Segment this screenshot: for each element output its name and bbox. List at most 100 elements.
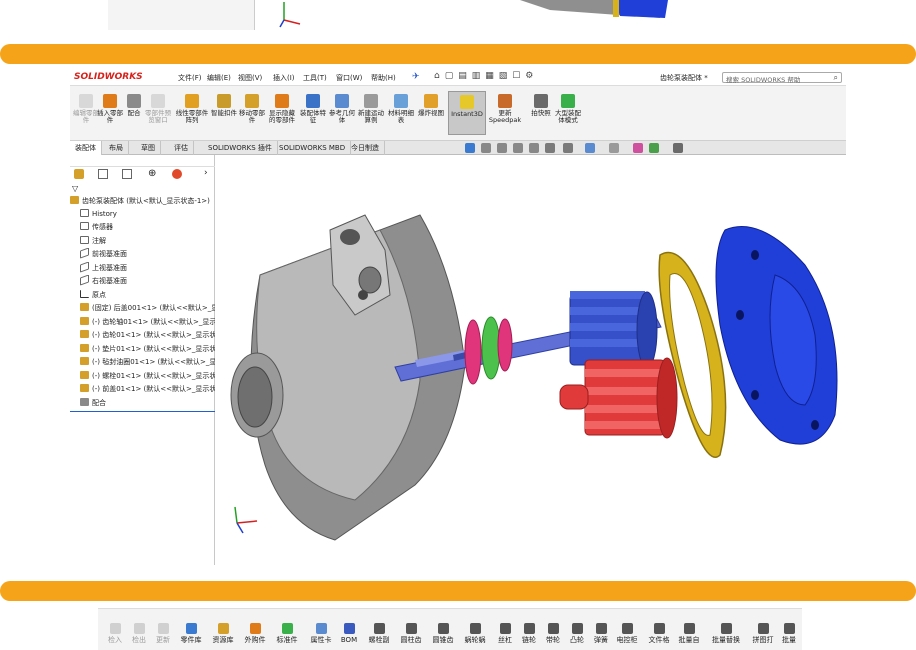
filter-icon[interactable]: ▽	[72, 184, 78, 193]
menu-insert[interactable]: 插入(I)	[273, 73, 295, 83]
tree-item-component[interactable]: (-) 齿轮轴01<1> (默认<<默认>_显示	[80, 316, 220, 328]
tree-item-component[interactable]: (-) 垫片01<1> (默认<<默认>_显示状	[80, 343, 220, 355]
linear-pattern-icon	[185, 94, 199, 108]
menu-view[interactable]: 视图(V)	[238, 73, 262, 83]
display-manager-tab-icon[interactable]	[172, 169, 182, 179]
tab-mbd[interactable]: SOLIDWORKS MBD	[274, 141, 352, 155]
tree-item-component[interactable]: (-) 毡封油圈01<1> (默认<<默认>_显	[80, 356, 220, 368]
zoom-fit-icon[interactable]	[481, 143, 491, 153]
spur-gear-button[interactable]: 圆柱齿	[396, 623, 426, 644]
tree-item-component[interactable]: (-) 齿轮01<1> (默认<<默认>_显示状	[80, 329, 220, 341]
new-motion-study-button[interactable]: 新建运动算例	[355, 94, 387, 124]
bevel-gear-button[interactable]: 圆锥齿	[428, 623, 458, 644]
large-assembly-mode-button[interactable]: 大型装配体模式	[552, 94, 584, 124]
menu-window[interactable]: 窗口(W)	[336, 73, 362, 83]
display-style-icon[interactable]	[585, 143, 595, 153]
rollback-bar[interactable]	[70, 411, 215, 412]
help-search-box[interactable]: 搜索 SOLIDWORKS 帮助 ⌕	[722, 72, 842, 84]
standard-parts-button[interactable]: 标准件	[272, 623, 302, 644]
seal-ring-part[interactable]	[497, 318, 513, 372]
move-component-button[interactable]: 移动零部件	[236, 94, 268, 124]
tab-addins[interactable]: SOLIDWORKS 插件	[203, 141, 278, 155]
quick-access-icons[interactable]: ⌂▢▤▥▦▧☐⚙	[434, 71, 538, 81]
component-preview-button[interactable]: 零部件预览窗口	[142, 94, 174, 124]
tree-item-front-plane[interactable]: 前视基准面	[80, 248, 220, 260]
bom-table-icon	[394, 94, 408, 108]
menu-edit[interactable]: 编辑(E)	[207, 73, 231, 83]
part-icon	[80, 344, 89, 352]
menu-file[interactable]: 文件(F)	[178, 73, 202, 83]
bolt-pair-button[interactable]: 螺栓副	[364, 623, 394, 644]
housing-part[interactable]	[230, 214, 466, 541]
dimxpert-tab-icon[interactable]: ⊕	[148, 168, 156, 179]
feature-manager-tab-icon[interactable]	[74, 169, 84, 179]
tab-layout[interactable]: 布局	[104, 141, 129, 155]
instant3d-button[interactable]: Instant3D	[448, 91, 486, 135]
part-library-button[interactable]: 零件库	[176, 623, 206, 644]
tree-item-component[interactable]: (固定) 后盖001<1> (默认<<默认>_显	[80, 302, 220, 314]
tree-item-origin[interactable]: 原点	[80, 289, 220, 301]
edit-appearance-icon[interactable]	[633, 143, 643, 153]
cover-part-fragment	[520, 0, 668, 18]
chevron-right-icon[interactable]: ›	[204, 168, 208, 178]
tree-item-history[interactable]: History	[80, 208, 220, 220]
tree-item-component[interactable]: (-) 螺栓01<1> (默认<<默认>_显示状	[80, 370, 220, 382]
assembly-features-button[interactable]: 装配体特征	[297, 94, 329, 124]
manager-tabs: ⊕ ›	[72, 168, 213, 182]
control-cabinet-icon	[621, 623, 633, 634]
search-icon[interactable]: ⌕	[834, 73, 838, 83]
property-card-button[interactable]: 属性卡	[306, 623, 336, 644]
control-cabinet-button[interactable]: 电控柜	[612, 623, 642, 644]
front-cover-part[interactable]	[715, 226, 838, 445]
tree-item-annotations[interactable]: 注解	[80, 235, 220, 247]
drive-gear-part[interactable]	[569, 291, 658, 369]
hide-show-icon[interactable]	[609, 143, 619, 153]
pin-icon[interactable]: ✈	[412, 72, 420, 82]
tree-item-mates[interactable]: 配合	[80, 397, 220, 409]
exploded-view-button[interactable]: 爆炸视图	[415, 94, 447, 117]
zoom-area-icon[interactable]	[497, 143, 507, 153]
show-hidden-components-button[interactable]: 显示隐藏的零部件	[266, 94, 298, 124]
resource-library-button[interactable]: 资源库	[208, 623, 238, 644]
batch-button[interactable]: 批量	[776, 623, 802, 644]
batch-replace-button[interactable]: 批量替换	[708, 623, 744, 644]
menu-tools[interactable]: 工具(T)	[303, 73, 327, 83]
felt-seal-part[interactable]	[464, 319, 482, 385]
configuration-manager-tab-icon[interactable]	[122, 169, 132, 179]
tile-print-button[interactable]: 拼图打	[748, 623, 778, 644]
dynamic-annotation-icon[interactable]	[545, 143, 555, 153]
property-manager-tab-icon[interactable]	[98, 169, 108, 179]
menu-help[interactable]: 帮助(H)	[371, 73, 396, 83]
view-type-icon[interactable]	[563, 143, 573, 153]
reference-geometry-button[interactable]: 参考几何体	[326, 94, 358, 124]
apply-scene-icon[interactable]	[649, 143, 659, 153]
purchased-parts-button[interactable]: 外购件	[240, 623, 270, 644]
seal-ring-part[interactable]	[481, 316, 501, 380]
tree-item-top-plane[interactable]: 上视基准面	[80, 262, 220, 274]
update-speedpak-button[interactable]: 更新Speedpak	[488, 94, 522, 124]
bom-tool-button[interactable]: BOM	[334, 623, 364, 644]
tree-item-component[interactable]: (-) 前盖01<1> (默认<<默认>_显示状	[80, 383, 220, 395]
bom-button[interactable]: 材料明细表	[385, 94, 417, 124]
tab-made-today[interactable]: 今日制造	[346, 141, 385, 155]
driven-gear-part[interactable]	[559, 357, 678, 439]
update-button[interactable]: 更新	[148, 623, 178, 644]
file-format-button[interactable]: 文件格	[644, 623, 674, 644]
panel-splitter[interactable]	[70, 155, 215, 167]
tab-sketch[interactable]: 草图	[136, 141, 161, 155]
move-component-icon	[245, 94, 259, 108]
tab-assembly[interactable]: 装配体	[70, 141, 102, 155]
tree-root[interactable]: 齿轮泵装配体 (默认<默认_显示状态-1>)	[70, 195, 210, 207]
cam-icon	[571, 623, 583, 634]
tree-item-right-plane[interactable]: 右视基准面	[80, 275, 220, 287]
batch-auto-button[interactable]: 批量自	[674, 623, 704, 644]
tree-item-sensors[interactable]: 传感器	[80, 221, 220, 233]
graphics-area[interactable]	[215, 155, 846, 565]
tab-evaluate[interactable]: 评估	[169, 141, 194, 155]
view-settings-icon[interactable]	[673, 143, 683, 153]
linear-pattern-button[interactable]: 线性零部件阵列	[174, 94, 210, 124]
worm-gear-button[interactable]: 蜗轮蜗	[460, 623, 490, 644]
view-orientation-icon[interactable]	[465, 143, 475, 153]
section-view-icon[interactable]	[529, 143, 539, 153]
previous-view-icon[interactable]	[513, 143, 523, 153]
